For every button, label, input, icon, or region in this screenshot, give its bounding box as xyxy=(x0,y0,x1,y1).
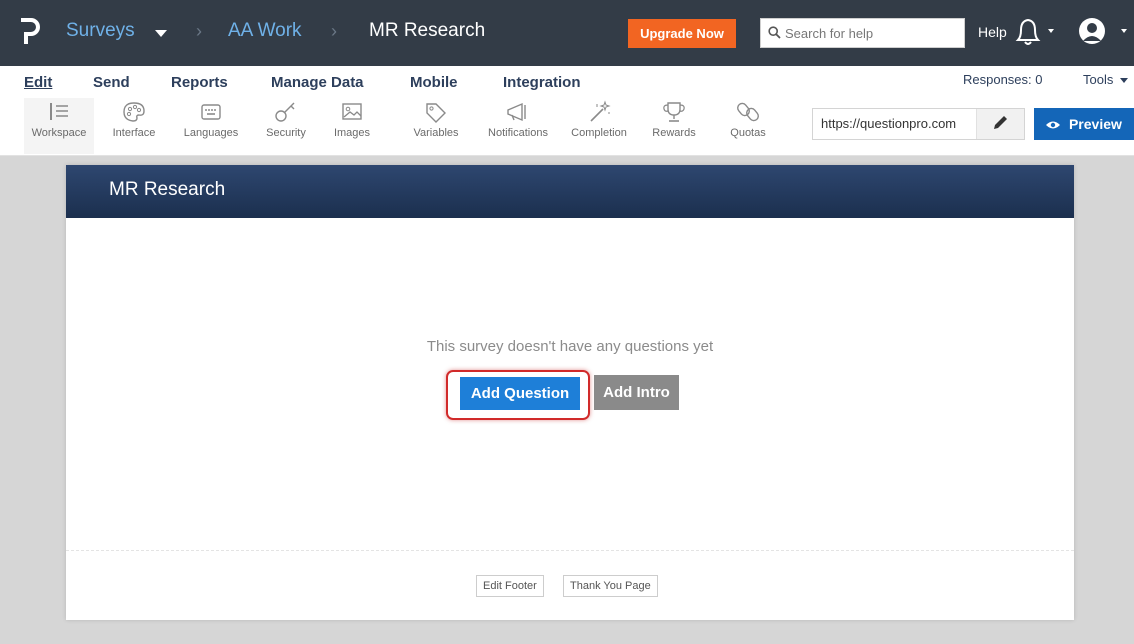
surveys-caret-down-icon[interactable] xyxy=(155,30,167,37)
tool-label: Quotas xyxy=(730,127,766,139)
image-icon xyxy=(342,103,362,120)
breadcrumb-folder[interactable]: AA Work xyxy=(228,20,302,42)
magic-wand-icon xyxy=(590,100,611,122)
tool-label: Rewards xyxy=(652,127,696,139)
key-icon xyxy=(275,102,295,122)
add-question-button[interactable]: Add Question xyxy=(460,377,580,410)
thank-you-page-button[interactable]: Thank You Page xyxy=(563,575,658,597)
trophy-icon xyxy=(663,102,685,122)
survey-title[interactable]: MR Research xyxy=(109,179,225,201)
tool-languages[interactable]: Languages xyxy=(176,98,246,154)
responses-count[interactable]: Responses: 0 xyxy=(963,72,1043,87)
tool-label: Completion xyxy=(571,127,627,139)
main-menu-bar: Edit Send Reports Manage Data Mobile Int… xyxy=(0,66,1134,98)
tool-label: Languages xyxy=(183,127,239,139)
tool-completion[interactable]: Completion xyxy=(562,98,636,154)
tool-label: Notifications xyxy=(488,127,548,139)
palette-icon xyxy=(123,102,145,122)
menu-edit[interactable]: Edit xyxy=(24,74,52,91)
upgrade-now-button[interactable]: Upgrade Now xyxy=(628,19,736,48)
survey-editor-panel: MR Research This survey doesn't have any… xyxy=(66,165,1074,620)
menu-reports[interactable]: Reports xyxy=(171,74,228,91)
survey-url-box xyxy=(812,108,1025,140)
survey-header: MR Research xyxy=(66,165,1074,218)
help-link[interactable]: Help xyxy=(978,24,1007,40)
footer-divider xyxy=(66,550,1074,551)
tool-label: Variables xyxy=(413,127,459,139)
empty-survey-message: This survey doesn't have any questions y… xyxy=(426,338,714,355)
survey-edit-toolbar: Workspace Interface Languages Security I… xyxy=(0,98,1134,156)
breadcrumb-current-survey: MR Research xyxy=(369,20,486,41)
preview-button[interactable]: Preview xyxy=(1034,108,1134,140)
help-search-input[interactable] xyxy=(785,24,960,42)
pencil-icon xyxy=(994,116,1007,129)
chain-link-icon xyxy=(737,102,759,122)
edit-url-button[interactable] xyxy=(976,109,1024,139)
tool-label: Images xyxy=(333,127,371,139)
breadcrumb-surveys[interactable]: Surveys xyxy=(66,20,135,42)
tool-variables[interactable]: Variables xyxy=(406,98,466,154)
tag-icon xyxy=(426,103,446,123)
menu-send[interactable]: Send xyxy=(93,74,130,91)
tools-caret-down-icon xyxy=(1119,78,1128,84)
tool-images[interactable]: Images xyxy=(328,98,376,154)
breadcrumb-separator-icon: › xyxy=(196,21,202,41)
tool-label: Workspace xyxy=(31,127,87,139)
tool-security[interactable]: Security xyxy=(258,98,314,154)
tool-workspace[interactable]: Workspace xyxy=(24,98,94,154)
tool-label: Security xyxy=(266,127,306,139)
tool-label: Interface xyxy=(112,127,156,139)
tool-rewards[interactable]: Rewards xyxy=(646,98,702,154)
tool-notifications[interactable]: Notifications xyxy=(478,98,558,154)
questionpro-logo-icon[interactable] xyxy=(18,18,40,46)
menu-manage-data[interactable]: Manage Data xyxy=(271,74,364,91)
survey-url-field[interactable] xyxy=(821,116,986,131)
tool-quotas[interactable]: Quotas xyxy=(722,98,774,154)
megaphone-icon xyxy=(507,102,526,122)
user-avatar-icon[interactable] xyxy=(1078,17,1134,49)
tools-label: Tools xyxy=(1083,72,1114,87)
menu-mobile[interactable]: Mobile xyxy=(410,74,458,91)
search-icon xyxy=(768,26,781,39)
tools-menu[interactable]: Tools xyxy=(1083,72,1128,87)
top-navigation-bar: Surveys › AA Work › MR Research Upgrade … xyxy=(0,0,1134,66)
menu-integration[interactable]: Integration xyxy=(503,74,581,91)
eye-icon xyxy=(1046,121,1061,129)
preview-label: Preview xyxy=(1068,116,1122,132)
breadcrumb-separator-icon: › xyxy=(331,21,337,41)
bell-icon[interactable] xyxy=(1012,16,1066,48)
help-search-box[interactable] xyxy=(760,18,965,48)
keyboard-icon xyxy=(201,104,221,120)
edit-footer-button[interactable]: Edit Footer xyxy=(476,575,544,597)
workspace-icon xyxy=(50,103,68,120)
add-intro-button[interactable]: Add Intro xyxy=(594,375,679,410)
tool-interface[interactable]: Interface xyxy=(104,98,164,154)
